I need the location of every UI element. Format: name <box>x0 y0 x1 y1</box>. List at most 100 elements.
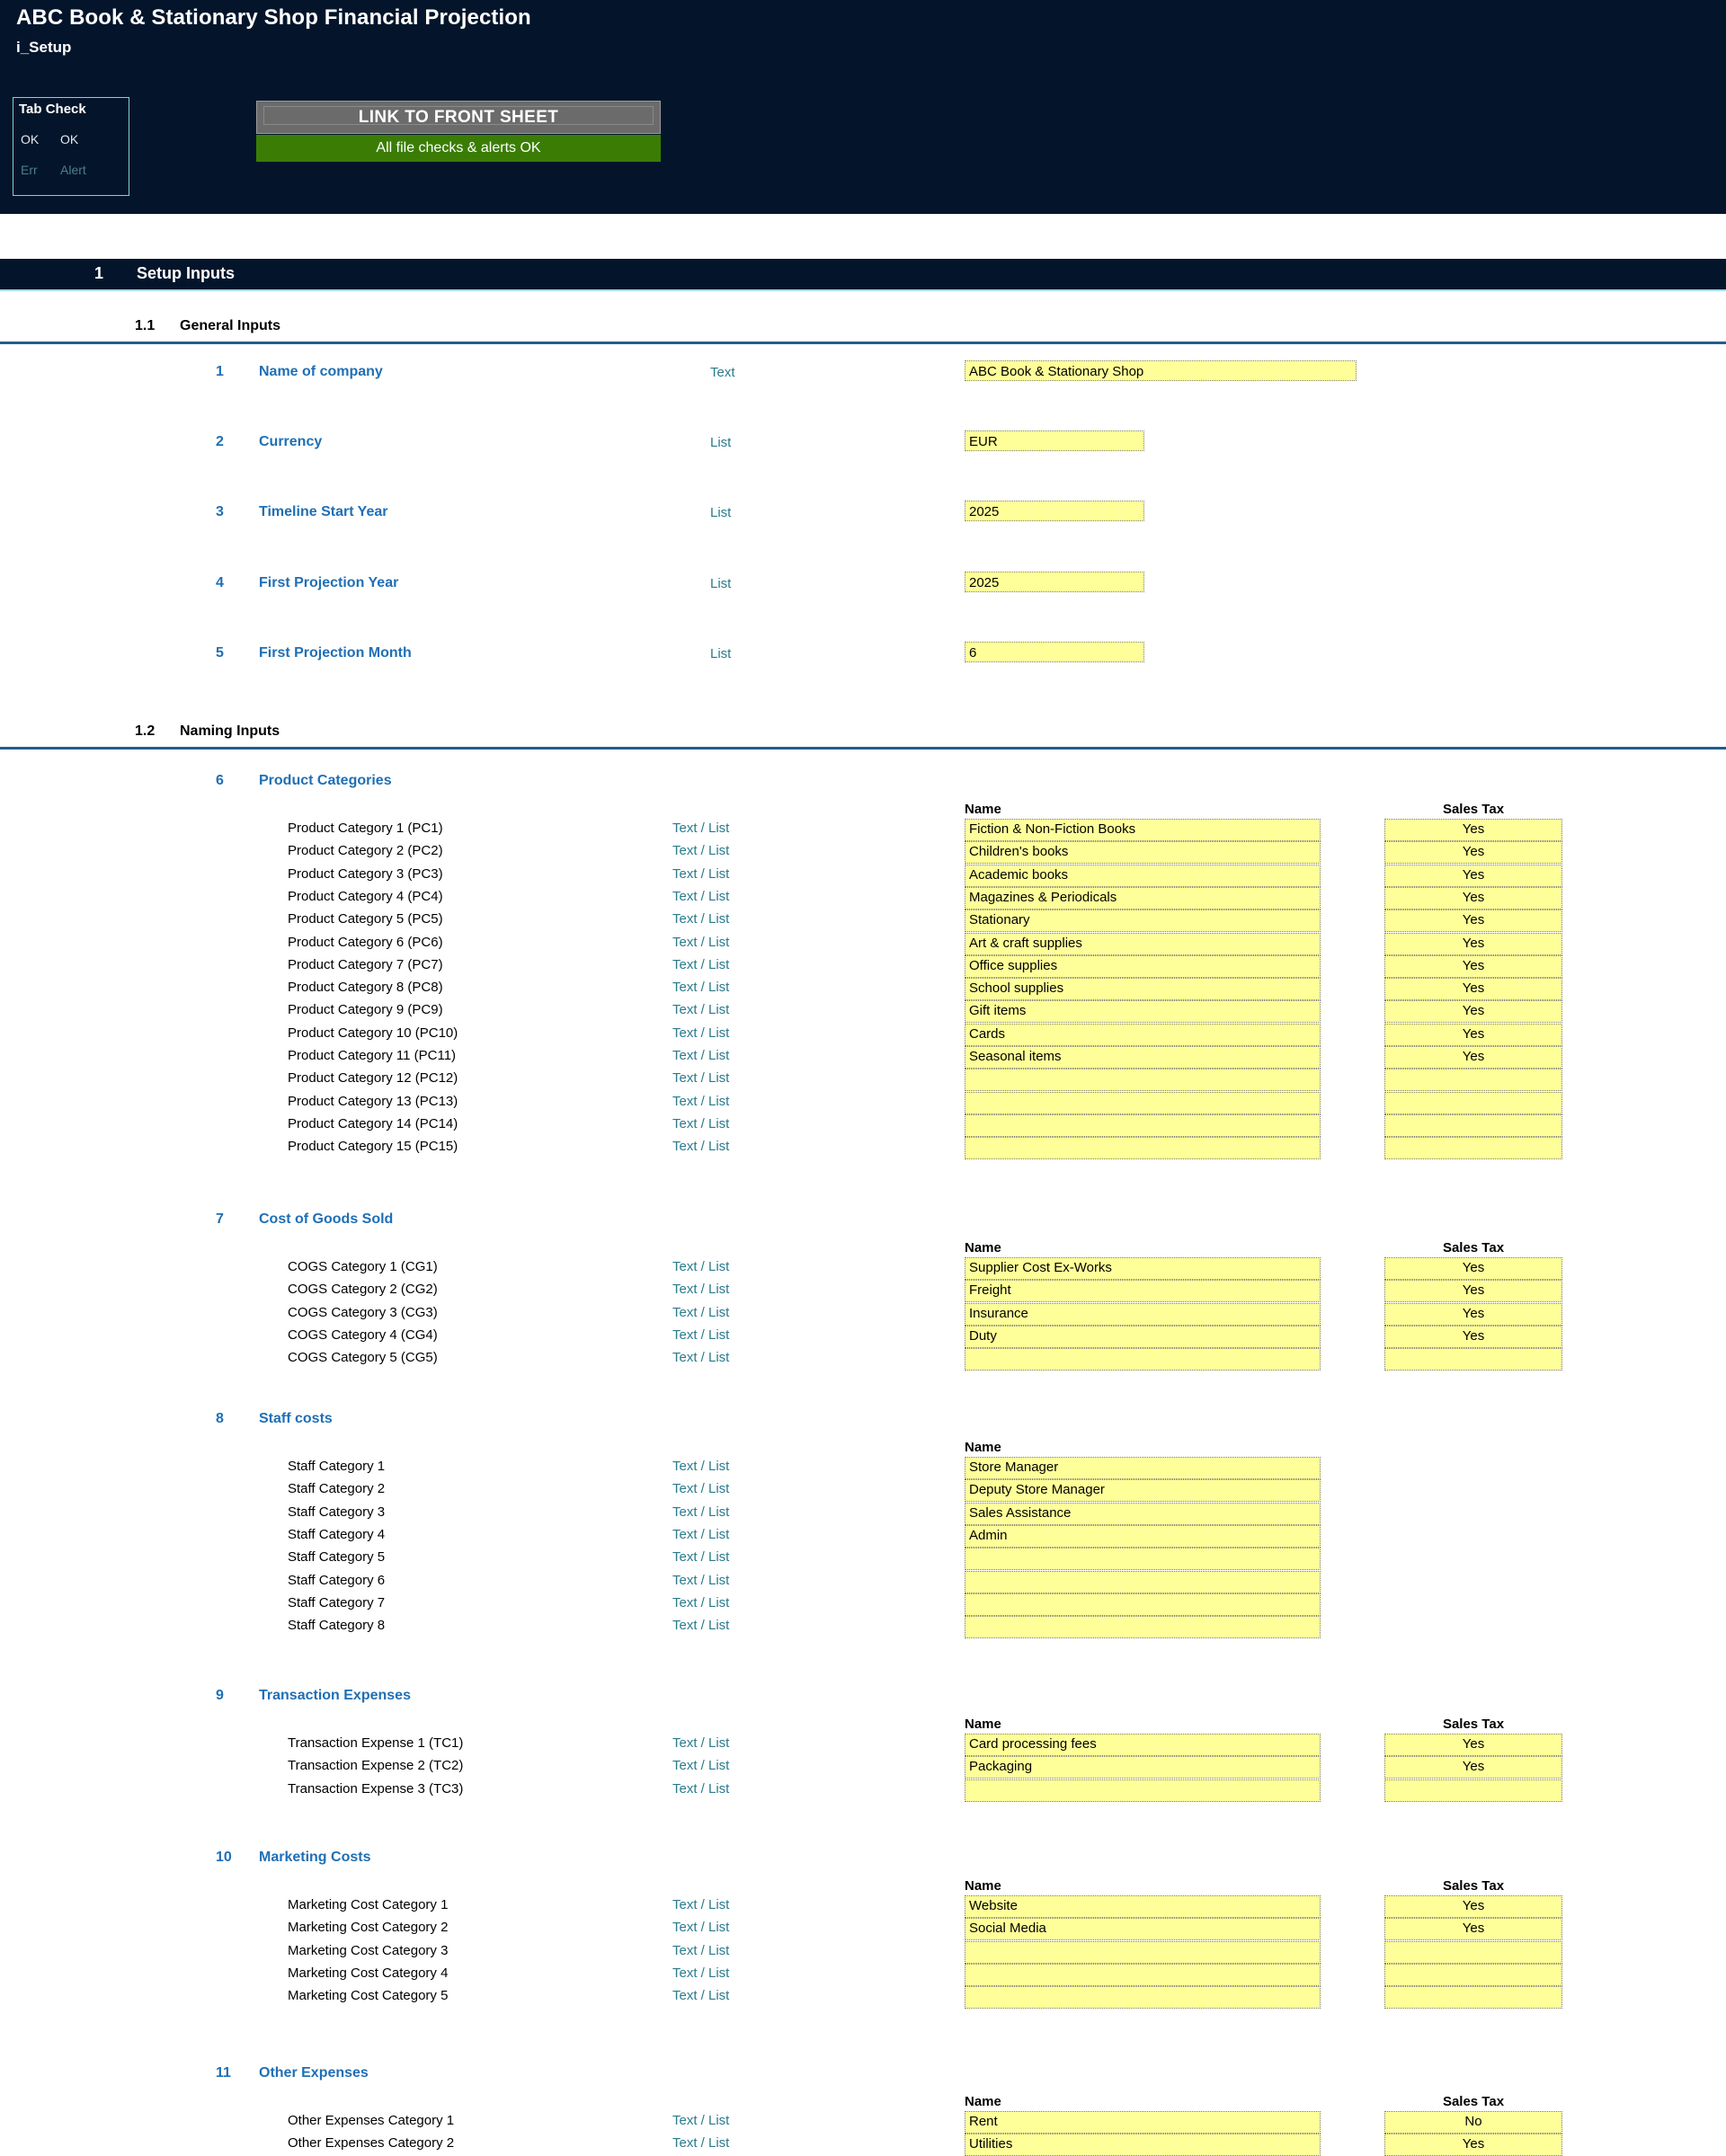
naming-row-type: Text / List <box>672 2113 730 2128</box>
naming-row-name-input[interactable]: Stationary <box>965 909 1321 933</box>
naming-row-name-input[interactable]: Gift items <box>965 1000 1321 1024</box>
naming-row-name-input[interactable]: Children's books <box>965 841 1321 865</box>
naming-row-name-input[interactable]: Rent <box>965 2111 1321 2134</box>
naming-row-label: Product Category 3 (PC3) <box>288 865 443 882</box>
naming-row-name-input[interactable] <box>965 1113 1321 1137</box>
naming-row-sales-tax-input[interactable]: Yes <box>1384 1023 1562 1046</box>
naming-row-sales-tax-input[interactable]: Yes <box>1384 932 1562 955</box>
naming-row-label: Product Category 5 (PC5) <box>288 911 443 927</box>
naming-row-name-input[interactable]: Insurance <box>965 1302 1321 1326</box>
naming-row-name-input[interactable]: Cards <box>965 1023 1321 1046</box>
naming-row-name-input[interactable] <box>965 1593 1321 1616</box>
general-input-field[interactable]: EUR <box>965 430 1144 451</box>
naming-row-sales-tax-input[interactable] <box>1384 1091 1562 1114</box>
naming-row-sales-tax-input[interactable] <box>1384 1940 1562 1964</box>
naming-row-sales-tax-input[interactable]: Yes <box>1384 886 1562 909</box>
naming-row-name-input[interactable]: Utilities <box>965 2134 1321 2156</box>
naming-row-name-input[interactable]: Academic books <box>965 864 1321 887</box>
naming-row-name-input[interactable]: Packaging <box>965 1756 1321 1779</box>
naming-row-sales-tax-input[interactable]: Yes <box>1384 1325 1562 1348</box>
naming-row-name-input[interactable]: Office supplies <box>965 954 1321 978</box>
naming-row-name-input[interactable]: Deputy Store Manager <box>965 1479 1321 1503</box>
naming-row-name-input[interactable] <box>965 1570 1321 1593</box>
naming-row-sales-tax-input[interactable]: Yes <box>1384 1000 1562 1024</box>
naming-row-type: Text / List <box>672 1025 730 1041</box>
naming-row-name-input[interactable]: Website <box>965 1895 1321 1918</box>
naming-row-sales-tax-input[interactable] <box>1384 1963 1562 1986</box>
naming-row-label: Product Category 7 (PC7) <box>288 956 443 972</box>
naming-row-label: Product Category 15 (PC15) <box>288 1139 458 1155</box>
link-to-front-sheet-button[interactable]: LINK TO FRONT SHEET <box>256 101 661 134</box>
naming-row-type: Text / List <box>672 1459 730 1474</box>
naming-row-sales-tax-input[interactable] <box>1384 1986 1562 2010</box>
naming-row-sales-tax-input[interactable] <box>1384 1069 1562 1092</box>
naming-row-sales-tax-input[interactable] <box>1384 1348 1562 1371</box>
naming-row-label: COGS Category 3 (CG3) <box>288 1304 438 1320</box>
naming-row-sales-tax-input[interactable]: Yes <box>1384 1756 1562 1779</box>
naming-row-name-input[interactable]: Freight <box>965 1280 1321 1303</box>
general-input-type: Text <box>710 365 735 380</box>
general-input-field[interactable]: 2025 <box>965 572 1144 592</box>
naming-row-name-input[interactable]: Store Manager <box>965 1457 1321 1479</box>
general-input-field[interactable]: ABC Book & Stationary Shop <box>965 360 1357 381</box>
naming-row-sales-tax-input[interactable] <box>1384 1779 1562 1802</box>
naming-row-name-input[interactable] <box>965 1986 1321 2010</box>
naming-row-name-input[interactable] <box>965 1779 1321 1802</box>
naming-row-sales-tax-input[interactable]: Yes <box>1384 841 1562 865</box>
naming-row-type: Text / List <box>672 1942 730 1958</box>
general-input-label: Name of company <box>259 364 383 379</box>
naming-row-sales-tax-input[interactable] <box>1384 1137 1562 1160</box>
naming-row-sales-tax-input[interactable]: No <box>1384 2111 1562 2134</box>
naming-row-name-input[interactable]: Art & craft supplies <box>965 932 1321 955</box>
naming-row-name-input[interactable] <box>965 1348 1321 1371</box>
naming-row-type: Text / List <box>672 1549 730 1566</box>
naming-row-sales-tax-input[interactable] <box>1384 1113 1562 1137</box>
naming-row-type: Text / List <box>672 956 730 972</box>
general-input-field[interactable]: 6 <box>965 642 1144 662</box>
column-header-sales-tax: Sales Tax <box>1442 1240 1505 1255</box>
naming-row-sales-tax-input[interactable]: Yes <box>1384 1046 1562 1069</box>
naming-row-name-input[interactable]: Admin <box>965 1524 1321 1548</box>
subsection-header-naming-inputs: 1.2 Naming Inputs <box>0 722 1726 750</box>
naming-row-name-input[interactable]: Magazines & Periodicals <box>965 886 1321 909</box>
naming-group-9: 9 Transaction Expenses Name Sales Tax Transa… <box>0 1688 1726 1802</box>
naming-row-name-input[interactable]: Supplier Cost Ex-Works <box>965 1257 1321 1280</box>
naming-row-sales-tax-input[interactable]: Yes <box>1384 954 1562 978</box>
naming-row-sales-tax-input[interactable]: Yes <box>1384 1302 1562 1326</box>
naming-row-label: COGS Category 2 (CG2) <box>288 1282 438 1298</box>
naming-row-name-input[interactable]: School supplies <box>965 978 1321 1001</box>
naming-row-name-input[interactable] <box>965 1963 1321 1986</box>
naming-row-sales-tax-input[interactable]: Yes <box>1384 2134 1562 2156</box>
naming-row-name-input[interactable] <box>965 1548 1321 1571</box>
naming-row-type: Text / List <box>672 1070 730 1087</box>
naming-row-name-input[interactable]: Seasonal items <box>965 1046 1321 1069</box>
naming-row-sales-tax-input[interactable]: Yes <box>1384 978 1562 1001</box>
naming-row-sales-tax-input[interactable]: Yes <box>1384 1734 1562 1756</box>
naming-row-name-input[interactable] <box>965 1940 1321 1964</box>
naming-row-name-input[interactable] <box>965 1616 1321 1639</box>
naming-row-name-input[interactable] <box>965 1069 1321 1092</box>
naming-row-label: Transaction Expense 1 (TC1) <box>288 1735 464 1751</box>
naming-row-name-input[interactable] <box>965 1137 1321 1160</box>
naming-row-sales-tax-input[interactable]: Yes <box>1384 909 1562 933</box>
naming-row-name-input[interactable]: Social Media <box>965 1918 1321 1941</box>
naming-row-type: Text / List <box>672 1758 730 1774</box>
naming-row-name-input[interactable] <box>965 1091 1321 1114</box>
naming-row-sales-tax-input[interactable]: Yes <box>1384 1257 1562 1280</box>
tab-check-heading: Tab Check <box>19 102 86 117</box>
naming-row-sales-tax-input[interactable]: Yes <box>1384 864 1562 887</box>
general-input-field[interactable]: 2025 <box>965 501 1144 521</box>
general-input-row: 3 Timeline Start Year List 2025 <box>0 501 1726 531</box>
naming-row-name-input[interactable]: Card processing fees <box>965 1734 1321 1756</box>
naming-row-sales-tax-input[interactable]: Yes <box>1384 1895 1562 1918</box>
tab-check-status-row: OK OK <box>21 132 78 146</box>
naming-row-label: Transaction Expense 2 (TC2) <box>288 1758 464 1774</box>
naming-row-sales-tax-input[interactable]: Yes <box>1384 1280 1562 1303</box>
naming-row-sales-tax-input[interactable]: Yes <box>1384 819 1562 841</box>
naming-row-name-input[interactable]: Duty <box>965 1325 1321 1348</box>
naming-row-name-input[interactable]: Fiction & Non-Fiction Books <box>965 819 1321 841</box>
group-number: 7 <box>216 1211 224 1227</box>
sheet-name: i_Setup <box>16 39 72 56</box>
naming-row-name-input[interactable]: Sales Assistance <box>965 1502 1321 1525</box>
naming-row-sales-tax-input[interactable]: Yes <box>1384 1918 1562 1941</box>
